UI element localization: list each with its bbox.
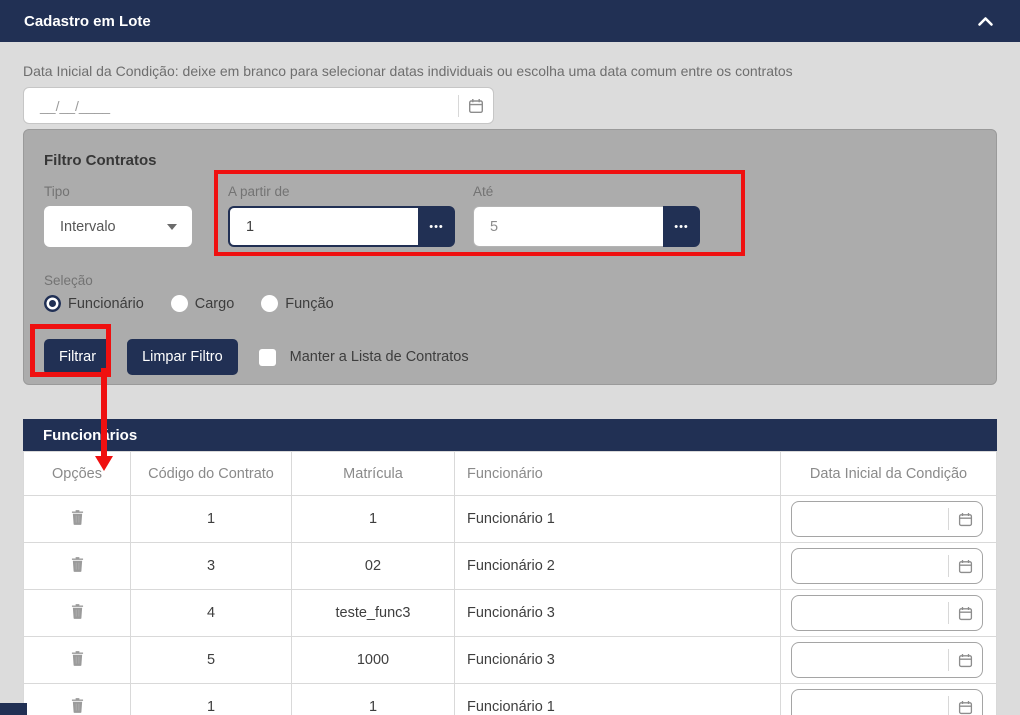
row-date-input[interactable] [791, 501, 983, 537]
date-placeholder: __/__/____ [40, 97, 111, 114]
codigo-cell: 5 [130, 636, 292, 684]
calendar-icon[interactable] [958, 512, 973, 527]
ate-lookup-button[interactable]: ••• [663, 206, 700, 247]
input-divider [458, 94, 459, 117]
radio-label: Funcionário [68, 295, 144, 312]
trash-icon [71, 697, 83, 713]
tipo-label: Tipo [44, 184, 70, 199]
radio-button-icon[interactable] [261, 295, 279, 312]
table-row: 1 1 Funcionário 1 [23, 683, 997, 715]
row-date-input[interactable] [791, 642, 983, 678]
delete-row-button[interactable] [71, 509, 84, 525]
annotation-arrow-head [95, 456, 113, 471]
filter-panel-title: Filtro Contratos [44, 152, 157, 169]
matricula-cell: 02 [291, 542, 455, 590]
cadastro-em-lote-page: Cadastro em Lote Data Inicial da Condiçã… [0, 0, 1020, 715]
radio-option[interactable]: Cargo [170, 295, 235, 312]
col-header-matricula: Matrícula [291, 451, 455, 496]
chevron-down-icon [167, 223, 177, 230]
input-divider [948, 649, 949, 671]
radio-label: Cargo [194, 295, 235, 312]
ate-label: Até [473, 184, 494, 199]
input-divider [948, 602, 949, 624]
input-divider [948, 555, 949, 577]
instruction-text: Data Inicial da Condição: deixe em branc… [23, 63, 793, 79]
col-header-funcionario: Funcionário [454, 451, 781, 496]
calendar-icon[interactable] [958, 559, 973, 574]
matricula-cell: 1 [291, 495, 455, 543]
funcionarios-section-header: Funcionários [23, 419, 997, 451]
common-date-input[interactable]: __/__/____ [23, 87, 494, 124]
annotation-arrow-line [101, 368, 107, 457]
table-row: 4 teste_func3 Funcionário 3 [23, 589, 997, 637]
codigo-cell: 1 [130, 495, 292, 543]
matricula-cell: 1000 [291, 636, 455, 684]
table-row: 3 02 Funcionário 2 [23, 542, 997, 590]
funcionarios-title: Funcionários [43, 426, 138, 444]
ellipsis-icon: ••• [429, 220, 444, 233]
funcionario-cell: Funcionário 3 [454, 589, 781, 637]
trash-icon [71, 603, 83, 619]
delete-row-button[interactable] [71, 603, 84, 619]
a-partir-de-input[interactable] [228, 206, 418, 247]
calendar-icon[interactable] [468, 98, 484, 114]
row-date-input[interactable] [791, 548, 983, 584]
tipo-selected-value: Intervalo [60, 218, 116, 235]
filtro-contratos-panel: Filtro Contratos Tipo Intervalo A partir… [23, 129, 997, 385]
col-header-codigo: Código do Contrato [130, 451, 292, 496]
matricula-cell: 1 [291, 683, 455, 715]
delete-row-button[interactable] [71, 556, 84, 572]
ate-input[interactable] [473, 206, 663, 247]
funcionario-cell: Funcionário 1 [454, 495, 781, 543]
a-partir-de-lookup-button[interactable]: ••• [418, 206, 455, 247]
col-header-opcoes: Opções [23, 451, 131, 496]
chevron-up-icon[interactable] [977, 16, 994, 27]
selecao-label: Seleção [44, 273, 93, 288]
row-date-input[interactable] [791, 595, 983, 631]
input-divider [948, 696, 949, 715]
calendar-icon[interactable] [958, 653, 973, 668]
matricula-cell: teste_func3 [291, 589, 455, 637]
codigo-cell: 4 [130, 589, 292, 637]
table-row: 1 1 Funcionário 1 [23, 495, 997, 543]
tipo-select[interactable]: Intervalo [44, 206, 192, 247]
manter-lista-label: Manter a Lista de Contratos [289, 349, 469, 365]
codigo-cell: 3 [130, 542, 292, 590]
table-row: 5 1000 Funcionário 3 [23, 636, 997, 684]
page-title: Cadastro em Lote [24, 12, 151, 30]
trash-icon [71, 556, 83, 572]
radio-option[interactable]: Funcionário [44, 295, 144, 312]
funcionario-cell: Funcionário 1 [454, 683, 781, 715]
trash-icon [71, 650, 83, 666]
funcionario-cell: Funcionário 3 [454, 636, 781, 684]
delete-row-button[interactable] [71, 650, 84, 666]
input-divider [948, 508, 949, 530]
row-date-input[interactable] [791, 689, 983, 715]
radio-button-icon[interactable] [170, 295, 188, 312]
col-header-data-inicial: Data Inicial da Condição [780, 451, 997, 496]
a-partir-de-label: A partir de [228, 184, 290, 199]
calendar-icon[interactable] [958, 606, 973, 621]
manter-lista-checkbox[interactable] [258, 348, 276, 366]
codigo-cell: 1 [130, 683, 292, 715]
radio-option[interactable]: Função [261, 295, 334, 312]
ellipsis-icon: ••• [674, 220, 689, 233]
selecao-radio-group: Funcionário Cargo Função [44, 295, 976, 312]
next-section-bar-partial [0, 703, 27, 715]
accordion-header[interactable]: Cadastro em Lote [0, 0, 1020, 42]
calendar-icon[interactable] [958, 700, 973, 715]
trash-icon [71, 509, 83, 525]
limpar-filtro-button[interactable]: Limpar Filtro [127, 339, 238, 375]
radio-button-icon[interactable] [44, 295, 61, 312]
funcionario-cell: Funcionário 2 [454, 542, 781, 590]
radio-label: Função [285, 295, 334, 312]
funcionarios-table: Opções Código do Contrato Matrícula Func… [23, 451, 997, 715]
delete-row-button[interactable] [71, 697, 84, 713]
